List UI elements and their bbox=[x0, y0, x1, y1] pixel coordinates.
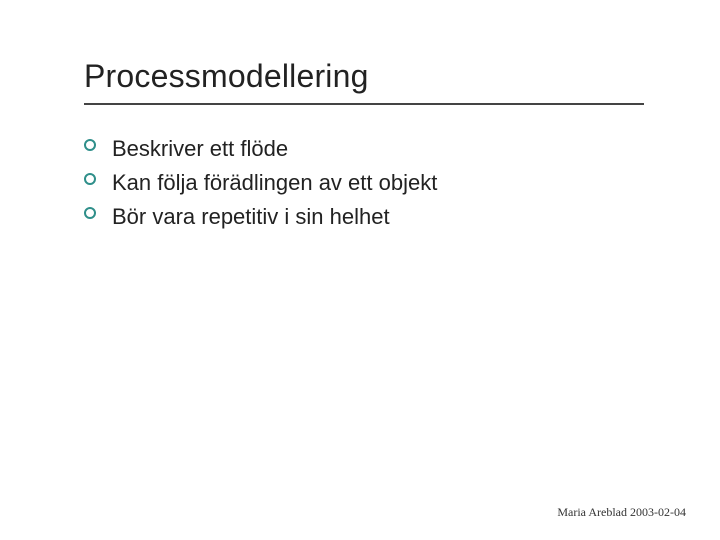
list-item: Bör vara repetitiv i sin helhet bbox=[84, 201, 660, 233]
bullet-text: Kan följa förädlingen av ett objekt bbox=[112, 170, 437, 195]
circle-bullet-icon bbox=[84, 207, 96, 219]
list-item: Kan följa förädlingen av ett objekt bbox=[84, 167, 660, 199]
slide: Processmodellering Beskriver ett flöde K… bbox=[0, 0, 720, 540]
bullet-list: Beskriver ett flöde Kan följa förädlinge… bbox=[84, 133, 660, 233]
circle-bullet-icon bbox=[84, 173, 96, 185]
title-underline bbox=[84, 103, 644, 105]
circle-bullet-icon bbox=[84, 139, 96, 151]
slide-title: Processmodellering bbox=[84, 58, 660, 95]
footer-credit: Maria Areblad 2003-02-04 bbox=[557, 505, 686, 520]
bullet-text: Beskriver ett flöde bbox=[112, 136, 288, 161]
list-item: Beskriver ett flöde bbox=[84, 133, 660, 165]
bullet-text: Bör vara repetitiv i sin helhet bbox=[112, 204, 390, 229]
